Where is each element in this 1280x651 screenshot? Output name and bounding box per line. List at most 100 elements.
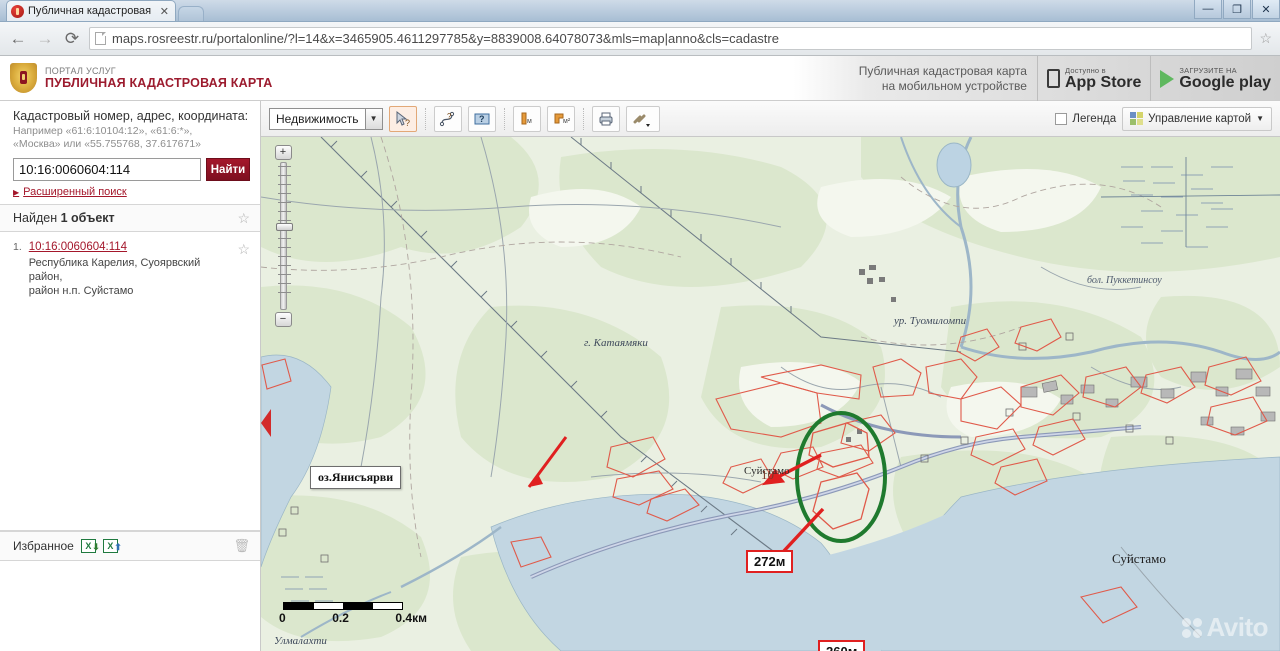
- svg-text:?: ?: [447, 112, 452, 121]
- layer-select[interactable]: Недвижимость ▼: [269, 107, 383, 130]
- avito-dots-icon: [1182, 617, 1203, 638]
- measure-area-tool[interactable]: м²: [546, 105, 575, 132]
- favicon-icon: [11, 4, 24, 18]
- close-icon[interactable]: ✕: [158, 5, 171, 18]
- googleplay-main: Google play: [1179, 74, 1271, 91]
- scale-tick-0: 0: [279, 611, 286, 625]
- mobile-promo: Публичная кадастровая карта на мобильном…: [859, 56, 1280, 101]
- find-button[interactable]: Найти: [206, 158, 250, 181]
- scale-tick-1: 0.2: [332, 611, 349, 625]
- reload-icon[interactable]: ⟳: [62, 30, 82, 47]
- result-number: 1.: [13, 241, 22, 253]
- upload-arrow-icon: ⬆: [114, 542, 122, 552]
- search-input[interactable]: [13, 158, 201, 181]
- download-arrow-icon: ⬇: [92, 542, 100, 552]
- brand[interactable]: ПОРТАЛ УСЛУГ ПУБЛИЧНАЯ КАДАСТРОВАЯ КАРТА: [0, 63, 272, 93]
- zoom-control[interactable]: + −: [273, 145, 293, 327]
- phone-icon: [1046, 69, 1060, 88]
- advanced-search-label: Расширенный поиск: [23, 186, 127, 198]
- favorite-star-icon[interactable]: ☆: [237, 210, 250, 227]
- result-address-line-1: Республика Карелия, Суоярвский район,: [28, 257, 201, 283]
- brand-title: ПУБЛИЧНАЯ КАДАСТРОВАЯ КАРТА: [45, 76, 273, 90]
- path-question-icon: ?: [439, 111, 454, 126]
- zoom-slider-thumb[interactable]: [275, 223, 293, 231]
- sidebar-spacer: [0, 307, 260, 531]
- measure-length-tool[interactable]: м: [512, 105, 541, 132]
- advanced-search-link[interactable]: ▶ Расширенный поиск: [13, 186, 250, 198]
- avito-watermark: Avito: [1182, 612, 1268, 643]
- map-panel: Недвижимость ▼ ? ? ? м м² Легенда Управл…: [261, 101, 1280, 651]
- brand-subtitle: ПОРТАЛ УСЛУГ: [45, 66, 116, 76]
- select-object-tool[interactable]: ?: [388, 105, 417, 132]
- map-control-button[interactable]: Управление картой ▼: [1122, 106, 1272, 131]
- map-canvas[interactable]: + − бол. Пуккетинсоу ур. Туомиломпи г. К…: [261, 137, 1280, 651]
- info-tool[interactable]: ?: [467, 105, 496, 132]
- forward-icon[interactable]: →: [35, 30, 55, 47]
- print-tool[interactable]: [591, 105, 620, 132]
- window-close-button[interactable]: ✕: [1252, 0, 1280, 19]
- xls-glyph: X: [85, 541, 92, 551]
- maximize-button[interactable]: ❐: [1223, 0, 1251, 19]
- appstore-badge[interactable]: Доступно в App Store: [1036, 56, 1150, 101]
- zoom-in-button[interactable]: +: [274, 145, 292, 160]
- scale-tick-2: 0.4км: [395, 611, 427, 625]
- search-hint-line-2: «Москва» или «55.755768, 37.617671»: [13, 138, 202, 150]
- export-xls-icon[interactable]: X ⬇: [80, 539, 100, 553]
- layer-select-value: Недвижимость: [276, 111, 359, 126]
- promo-text: Публичная кадастровая карта на мобильном…: [859, 64, 1037, 94]
- minimize-button[interactable]: —: [1194, 0, 1222, 19]
- import-xls-icon[interactable]: X ⬆: [102, 539, 122, 553]
- browser-toolbar: ← → ⟳ maps.rosreestr.ru/portalonline/?l=…: [0, 22, 1280, 56]
- result-address: Республика Карелия, Суоярвский район, ра…: [29, 256, 231, 298]
- search-row: Найти: [13, 158, 250, 181]
- bookmark-star-icon[interactable]: ☆: [1259, 30, 1272, 47]
- info-box-question-icon: ?: [474, 113, 490, 124]
- toolbar-separator: [503, 107, 505, 130]
- new-tab-button[interactable]: [178, 6, 204, 21]
- scale-bar-graphic: [283, 602, 403, 610]
- link-tool[interactable]: [625, 105, 660, 132]
- toolbar-separator: [424, 107, 426, 130]
- result-body: 10:16:0060604:114 Республика Карелия, Су…: [29, 241, 231, 298]
- legend-checkbox[interactable]: Легенда: [1055, 112, 1117, 125]
- measure-path-tool[interactable]: ?: [433, 105, 462, 132]
- scale-bar-ticks: 0 0.2 0.4км: [279, 611, 427, 625]
- list-item[interactable]: 1. 10:16:0060604:114 Республика Карелия,…: [0, 232, 260, 307]
- layers-grid-icon: [1130, 112, 1144, 125]
- page-document-icon: [95, 32, 106, 45]
- search-hint-line-1: Например «61:6:10104:12», «61:6:*»,: [13, 125, 193, 137]
- results-count-label: Найден 1 объект: [13, 211, 115, 225]
- result-cadastral-number[interactable]: 10:16:0060604:114: [29, 241, 231, 253]
- tab-title: Публичная кадастровая: [28, 5, 152, 17]
- browser-tab[interactable]: Публичная кадастровая ✕: [6, 0, 176, 21]
- promo-line-2: на мобильном устройстве: [881, 78, 1027, 93]
- play-triangle-icon: [1160, 69, 1175, 88]
- svg-text:?: ?: [479, 114, 485, 124]
- selection-marker-icon: [261, 409, 271, 437]
- result-favorite-star-icon[interactable]: ☆: [237, 241, 250, 298]
- browser-titlebar: Публичная кадастровая ✕ — ❐ ✕: [0, 0, 1280, 22]
- svg-text:м²: м²: [563, 118, 570, 125]
- googleplay-badge[interactable]: ЗАГРУЗИТЕ НА Google play: [1150, 56, 1280, 101]
- checkbox-icon[interactable]: [1055, 112, 1068, 125]
- map-toolbar: Недвижимость ▼ ? ? ? м м² Легенда Управл…: [261, 101, 1280, 137]
- legend-label: Легенда: [1072, 112, 1117, 125]
- map-control-label: Управление картой: [1148, 112, 1252, 125]
- main-content: Кадастровый номер, адрес, координата: На…: [0, 101, 1280, 651]
- svg-text:м: м: [527, 118, 532, 125]
- back-icon[interactable]: ←: [8, 30, 28, 47]
- url-text: maps.rosreestr.ru/portalonline/?l=14&x=3…: [112, 31, 779, 46]
- ruler-area-icon: м²: [554, 113, 570, 125]
- address-bar[interactable]: maps.rosreestr.ru/portalonline/?l=14&x=3…: [89, 27, 1253, 50]
- chevron-down-icon[interactable]: ▼: [364, 108, 382, 129]
- window-controls: — ❐ ✕: [1194, 0, 1280, 19]
- search-block: Кадастровый номер, адрес, координата: На…: [0, 101, 260, 204]
- zoom-out-button[interactable]: −: [274, 312, 292, 327]
- toolbar-separator: [582, 107, 584, 130]
- trash-icon[interactable]: 🗑: [233, 538, 250, 554]
- results-prefix: Найден: [13, 211, 61, 225]
- zoom-ticks: [277, 166, 291, 308]
- zoom-slider-track[interactable]: [275, 162, 293, 310]
- chevron-down-icon[interactable]: ▼: [1256, 114, 1264, 123]
- appstore-main: App Store: [1064, 74, 1142, 91]
